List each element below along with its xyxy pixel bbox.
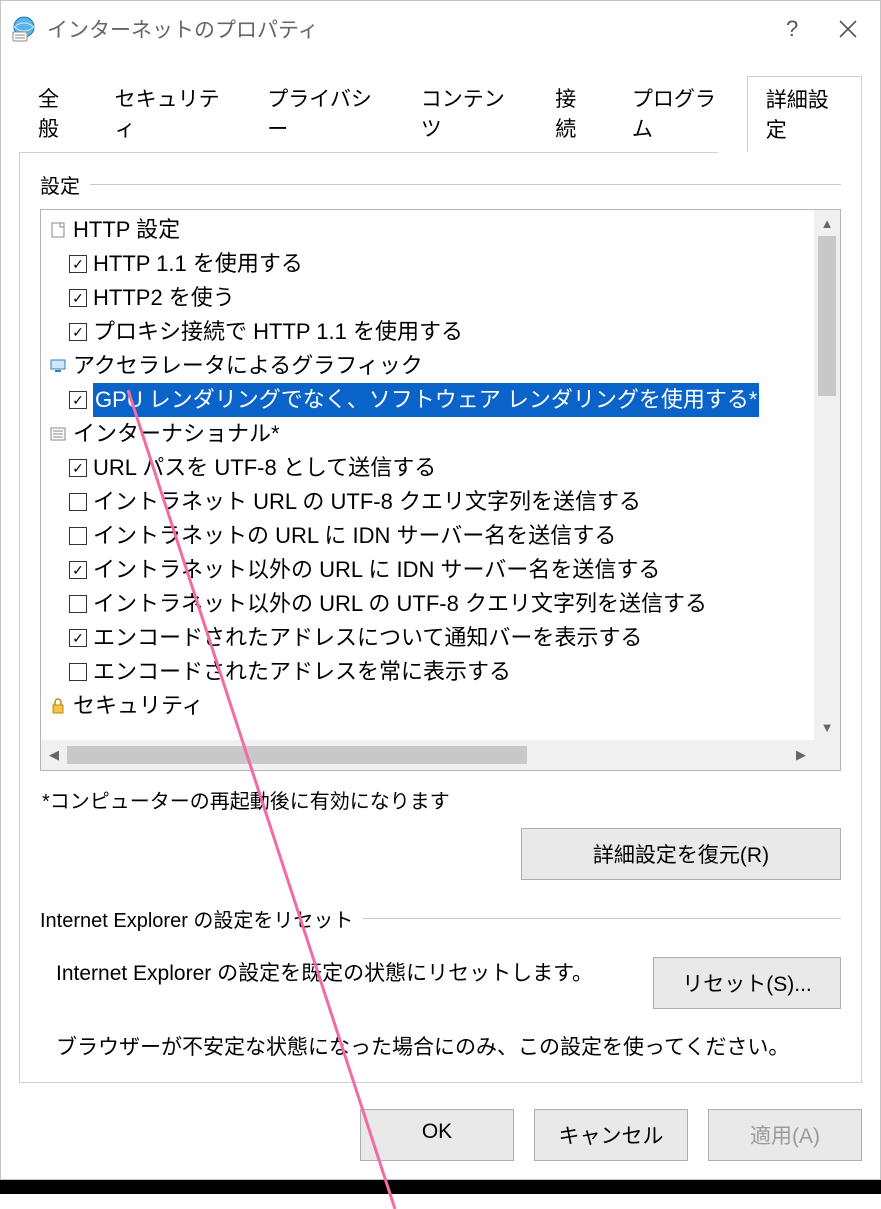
reset-group-header: Internet Explorer の設定をリセット (40, 904, 841, 933)
checkbox-icon[interactable] (69, 595, 87, 613)
restore-advanced-button[interactable]: 詳細設定を復元(R) (521, 828, 841, 880)
title-bar: インターネットのプロパティ ? (1, 1, 880, 57)
dialog-button-row: OK キャンセル 適用(A) (1, 1095, 880, 1179)
category-security[interactable]: セキュリティ (45, 689, 810, 723)
scroll-up-icon[interactable]: ▲ (814, 210, 840, 236)
option-utf8-url-path[interactable]: ✓URL パスを UTF-8 として送信する (45, 451, 810, 485)
option-http11[interactable]: ✓HTTP 1.1 を使用する (45, 247, 810, 281)
option-encoded-notify[interactable]: ✓エンコードされたアドレスについて通知バーを表示する (45, 621, 810, 655)
tab-advanced[interactable]: 詳細設定 (747, 76, 862, 153)
lock-icon (49, 697, 67, 715)
restart-note: *コンピューターの再起動後に有効になります (40, 777, 841, 828)
close-button[interactable] (820, 7, 876, 51)
tab-security[interactable]: セキュリティ (96, 75, 249, 152)
option-intranet-idn[interactable]: イントラネットの URL に IDN サーバー名を送信する (45, 519, 810, 553)
settings-group-header: 設定 (40, 170, 841, 199)
tab-connections[interactable]: 接続 (536, 75, 613, 152)
scroll-thumb-v[interactable] (818, 236, 836, 396)
apply-button[interactable]: 適用(A) (708, 1109, 862, 1161)
window-shadow (0, 1180, 881, 1194)
scrollbar-vertical[interactable]: ▲ ▼ (814, 210, 840, 740)
cancel-button[interactable]: キャンセル (534, 1109, 688, 1161)
tab-row: 全般 セキュリティ プライバシー コンテンツ 接続 プログラム 詳細設定 (1, 57, 880, 152)
scroll-thumb-h[interactable] (67, 746, 527, 764)
option-http2[interactable]: ✓HTTP2 を使う (45, 281, 810, 315)
option-nonintranet-utf8-query[interactable]: イントラネット以外の URL の UTF-8 クエリ文字列を送信する (45, 587, 810, 621)
scrollbar-horizontal[interactable]: ◀ ▶ (41, 740, 814, 770)
scroll-corner (814, 740, 840, 770)
option-nonintranet-idn[interactable]: ✓イントラネット以外の URL に IDN サーバー名を送信する (45, 553, 810, 587)
option-software-rendering[interactable]: ✓GPU レンダリングでなく、ソフトウェア レンダリングを使用する* (45, 383, 810, 417)
category-http[interactable]: HTTP 設定 (45, 213, 810, 247)
checkbox-icon[interactable]: ✓ (69, 391, 87, 409)
tab-programs[interactable]: プログラム (613, 75, 747, 152)
tab-panel-advanced: 設定 HTTP 設定 ✓HTTP 1.1 を使用する ✓HTTP2 を使う ✓プ… (19, 152, 862, 1083)
reset-description: Internet Explorer の設定を既定の状態にリセットします。 (56, 957, 625, 991)
checkbox-icon[interactable]: ✓ (69, 459, 87, 477)
checkbox-icon[interactable]: ✓ (69, 629, 87, 647)
scroll-right-icon[interactable]: ▶ (788, 740, 814, 770)
checkbox-icon[interactable] (69, 527, 87, 545)
option-intranet-utf8-query[interactable]: イントラネット URL の UTF-8 クエリ文字列を送信する (45, 485, 810, 519)
settings-group-label: 設定 (40, 170, 90, 199)
svg-text:?: ? (786, 16, 798, 41)
settings-tree[interactable]: HTTP 設定 ✓HTTP 1.1 を使用する ✓HTTP2 を使う ✓プロキシ… (40, 209, 841, 771)
page-icon (49, 221, 67, 239)
checkbox-icon[interactable]: ✓ (69, 561, 87, 579)
dialog-window: インターネットのプロパティ ? 全般 セキュリティ プライバシー コンテンツ 接… (0, 0, 881, 1180)
reset-group-label: Internet Explorer の設定をリセット (40, 904, 363, 933)
reset-hint: ブラウザーが不安定な状態になった場合にのみ、この設定を使ってください。 (40, 1031, 841, 1065)
reset-button[interactable]: リセット(S)... (653, 957, 841, 1009)
help-button[interactable]: ? (764, 7, 820, 51)
checkbox-icon[interactable] (69, 663, 87, 681)
checkbox-icon[interactable]: ✓ (69, 255, 87, 273)
tab-privacy[interactable]: プライバシー (248, 75, 401, 152)
tab-content[interactable]: コンテンツ (402, 75, 537, 152)
checkbox-icon[interactable]: ✓ (69, 323, 87, 341)
list-icon (49, 425, 67, 443)
scroll-left-icon[interactable]: ◀ (41, 740, 67, 770)
checkbox-icon[interactable] (69, 493, 87, 511)
tab-general[interactable]: 全般 (19, 75, 96, 152)
window-title: インターネットのプロパティ (47, 14, 319, 44)
category-gpu[interactable]: アクセラレータによるグラフィック (45, 349, 810, 383)
option-encoded-always-show[interactable]: エンコードされたアドレスを常に表示する (45, 655, 810, 689)
option-proxy-http11[interactable]: ✓プロキシ接続で HTTP 1.1 を使用する (45, 315, 810, 349)
scroll-down-icon[interactable]: ▼ (814, 714, 840, 740)
category-international[interactable]: インターナショナル* (45, 417, 810, 451)
internet-options-icon (11, 16, 37, 42)
ok-button[interactable]: OK (360, 1109, 514, 1161)
checkbox-icon[interactable]: ✓ (69, 289, 87, 307)
monitor-icon (49, 357, 67, 375)
